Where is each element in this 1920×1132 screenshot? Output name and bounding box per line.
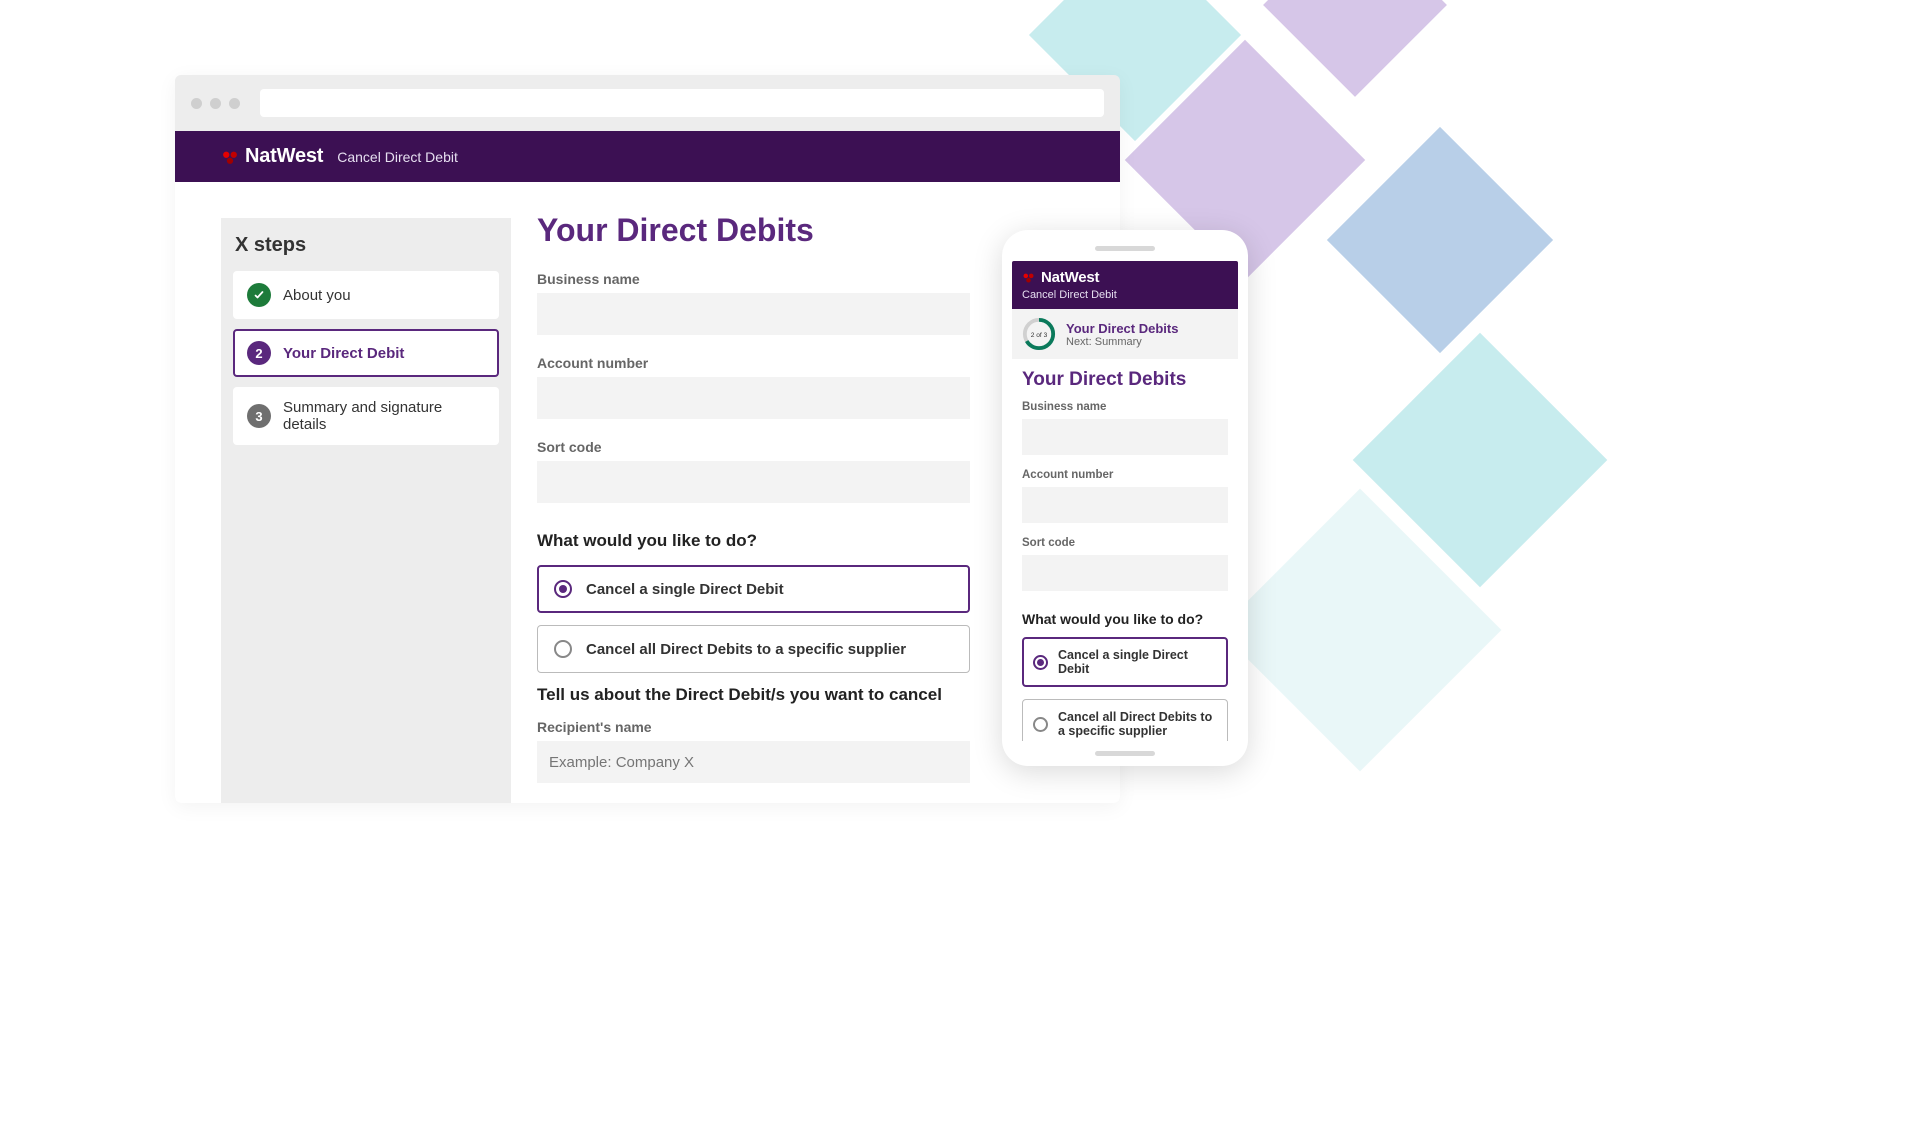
action-heading: What would you like to do? <box>537 531 970 551</box>
label-account-number: Account number <box>537 355 970 371</box>
label-sort-code: Sort code <box>1022 537 1228 549</box>
label-business-name: Business name <box>1022 401 1228 413</box>
phone-mock: NatWest Cancel Direct Debit 2 of 3 Your … <box>1002 230 1248 766</box>
option-cancel-all-supplier[interactable]: Cancel all Direct Debits to a specific s… <box>537 625 970 673</box>
option-label: Cancel a single Direct Debit <box>1058 648 1217 676</box>
option-label: Cancel all Direct Debits to a specific s… <box>1058 710 1217 738</box>
label-recipient-name: Recipient's name <box>537 719 970 735</box>
label-account-number: Account number <box>1022 469 1228 481</box>
page-title: Your Direct Debits <box>1022 369 1228 391</box>
input-recipient-name[interactable] <box>537 741 970 783</box>
address-bar[interactable] <box>260 89 1104 117</box>
option-cancel-all-supplier[interactable]: Cancel all Direct Debits to a specific s… <box>1022 699 1228 741</box>
mobile-form-body: Your Direct Debits Business name Account… <box>1012 359 1238 741</box>
label-business-name: Business name <box>537 271 970 287</box>
traffic-light-dot <box>229 98 240 109</box>
natwest-logo-icon <box>221 148 239 166</box>
browser-chrome-bar <box>175 75 1120 131</box>
step-label: Summary and signature details <box>283 399 485 433</box>
radio-icon <box>554 640 572 658</box>
input-account-number[interactable] <box>537 377 970 419</box>
mobile-progress-bar: 2 of 3 Your Direct Debits Next: Summary <box>1012 309 1238 359</box>
option-cancel-single[interactable]: Cancel a single Direct Debit <box>537 565 970 613</box>
sidebar-title: X steps <box>233 234 499 257</box>
phone-home-indicator <box>1095 751 1155 756</box>
input-sort-code[interactable] <box>537 461 970 503</box>
mobile-progress-title: Your Direct Debits <box>1066 321 1178 336</box>
radio-icon <box>1033 655 1048 670</box>
details-heading: Tell us about the Direct Debit/s you wan… <box>537 685 970 705</box>
browser-window: NatWest Cancel Direct Debit X steps Abou… <box>175 75 1120 803</box>
step-label: About you <box>283 287 351 304</box>
phone-screen: NatWest Cancel Direct Debit 2 of 3 Your … <box>1012 261 1238 741</box>
step-number-badge: 2 <box>247 341 271 365</box>
step-about-you[interactable]: About you <box>233 271 499 319</box>
traffic-light-dot <box>191 98 202 109</box>
natwest-logo-icon <box>1022 271 1035 284</box>
app-subtitle: Cancel Direct Debit <box>1022 289 1228 301</box>
action-heading: What would you like to do? <box>1022 611 1228 627</box>
traffic-light-dot <box>210 98 221 109</box>
check-icon <box>247 283 271 307</box>
phone-speaker <box>1095 246 1155 251</box>
steps-sidebar: X steps About you 2 Your Direct Debit 3 … <box>221 218 511 803</box>
radio-icon <box>1033 717 1048 732</box>
progress-ring-icon: 2 of 3 <box>1022 317 1056 351</box>
brand-logo: NatWest <box>221 145 323 168</box>
input-account-number[interactable] <box>1022 487 1228 523</box>
step-summary-signature[interactable]: 3 Summary and signature details <box>233 387 499 445</box>
app-subtitle: Cancel Direct Debit <box>337 149 458 165</box>
brand-logo: NatWest <box>1022 269 1099 286</box>
progress-counter: 2 of 3 <box>1031 332 1048 339</box>
option-label: Cancel all Direct Debits to a specific s… <box>586 641 906 658</box>
step-your-direct-debit[interactable]: 2 Your Direct Debit <box>233 329 499 377</box>
step-label: Your Direct Debit <box>283 345 404 362</box>
mobile-progress-next: Next: Summary <box>1066 336 1178 348</box>
brand-name: NatWest <box>245 145 323 168</box>
app-header: NatWest Cancel Direct Debit <box>175 131 1120 182</box>
label-sort-code: Sort code <box>537 439 970 455</box>
input-sort-code[interactable] <box>1022 555 1228 591</box>
decorative-diamond <box>1263 0 1447 97</box>
mobile-app-header: NatWest Cancel Direct Debit <box>1012 261 1238 309</box>
input-business-name[interactable] <box>1022 419 1228 455</box>
brand-name: NatWest <box>1041 269 1099 286</box>
page-title: Your Direct Debits <box>537 212 970 249</box>
step-number-badge: 3 <box>247 404 271 428</box>
input-business-name[interactable] <box>537 293 970 335</box>
option-label: Cancel a single Direct Debit <box>586 581 784 598</box>
radio-icon <box>554 580 572 598</box>
option-cancel-single[interactable]: Cancel a single Direct Debit <box>1022 637 1228 687</box>
